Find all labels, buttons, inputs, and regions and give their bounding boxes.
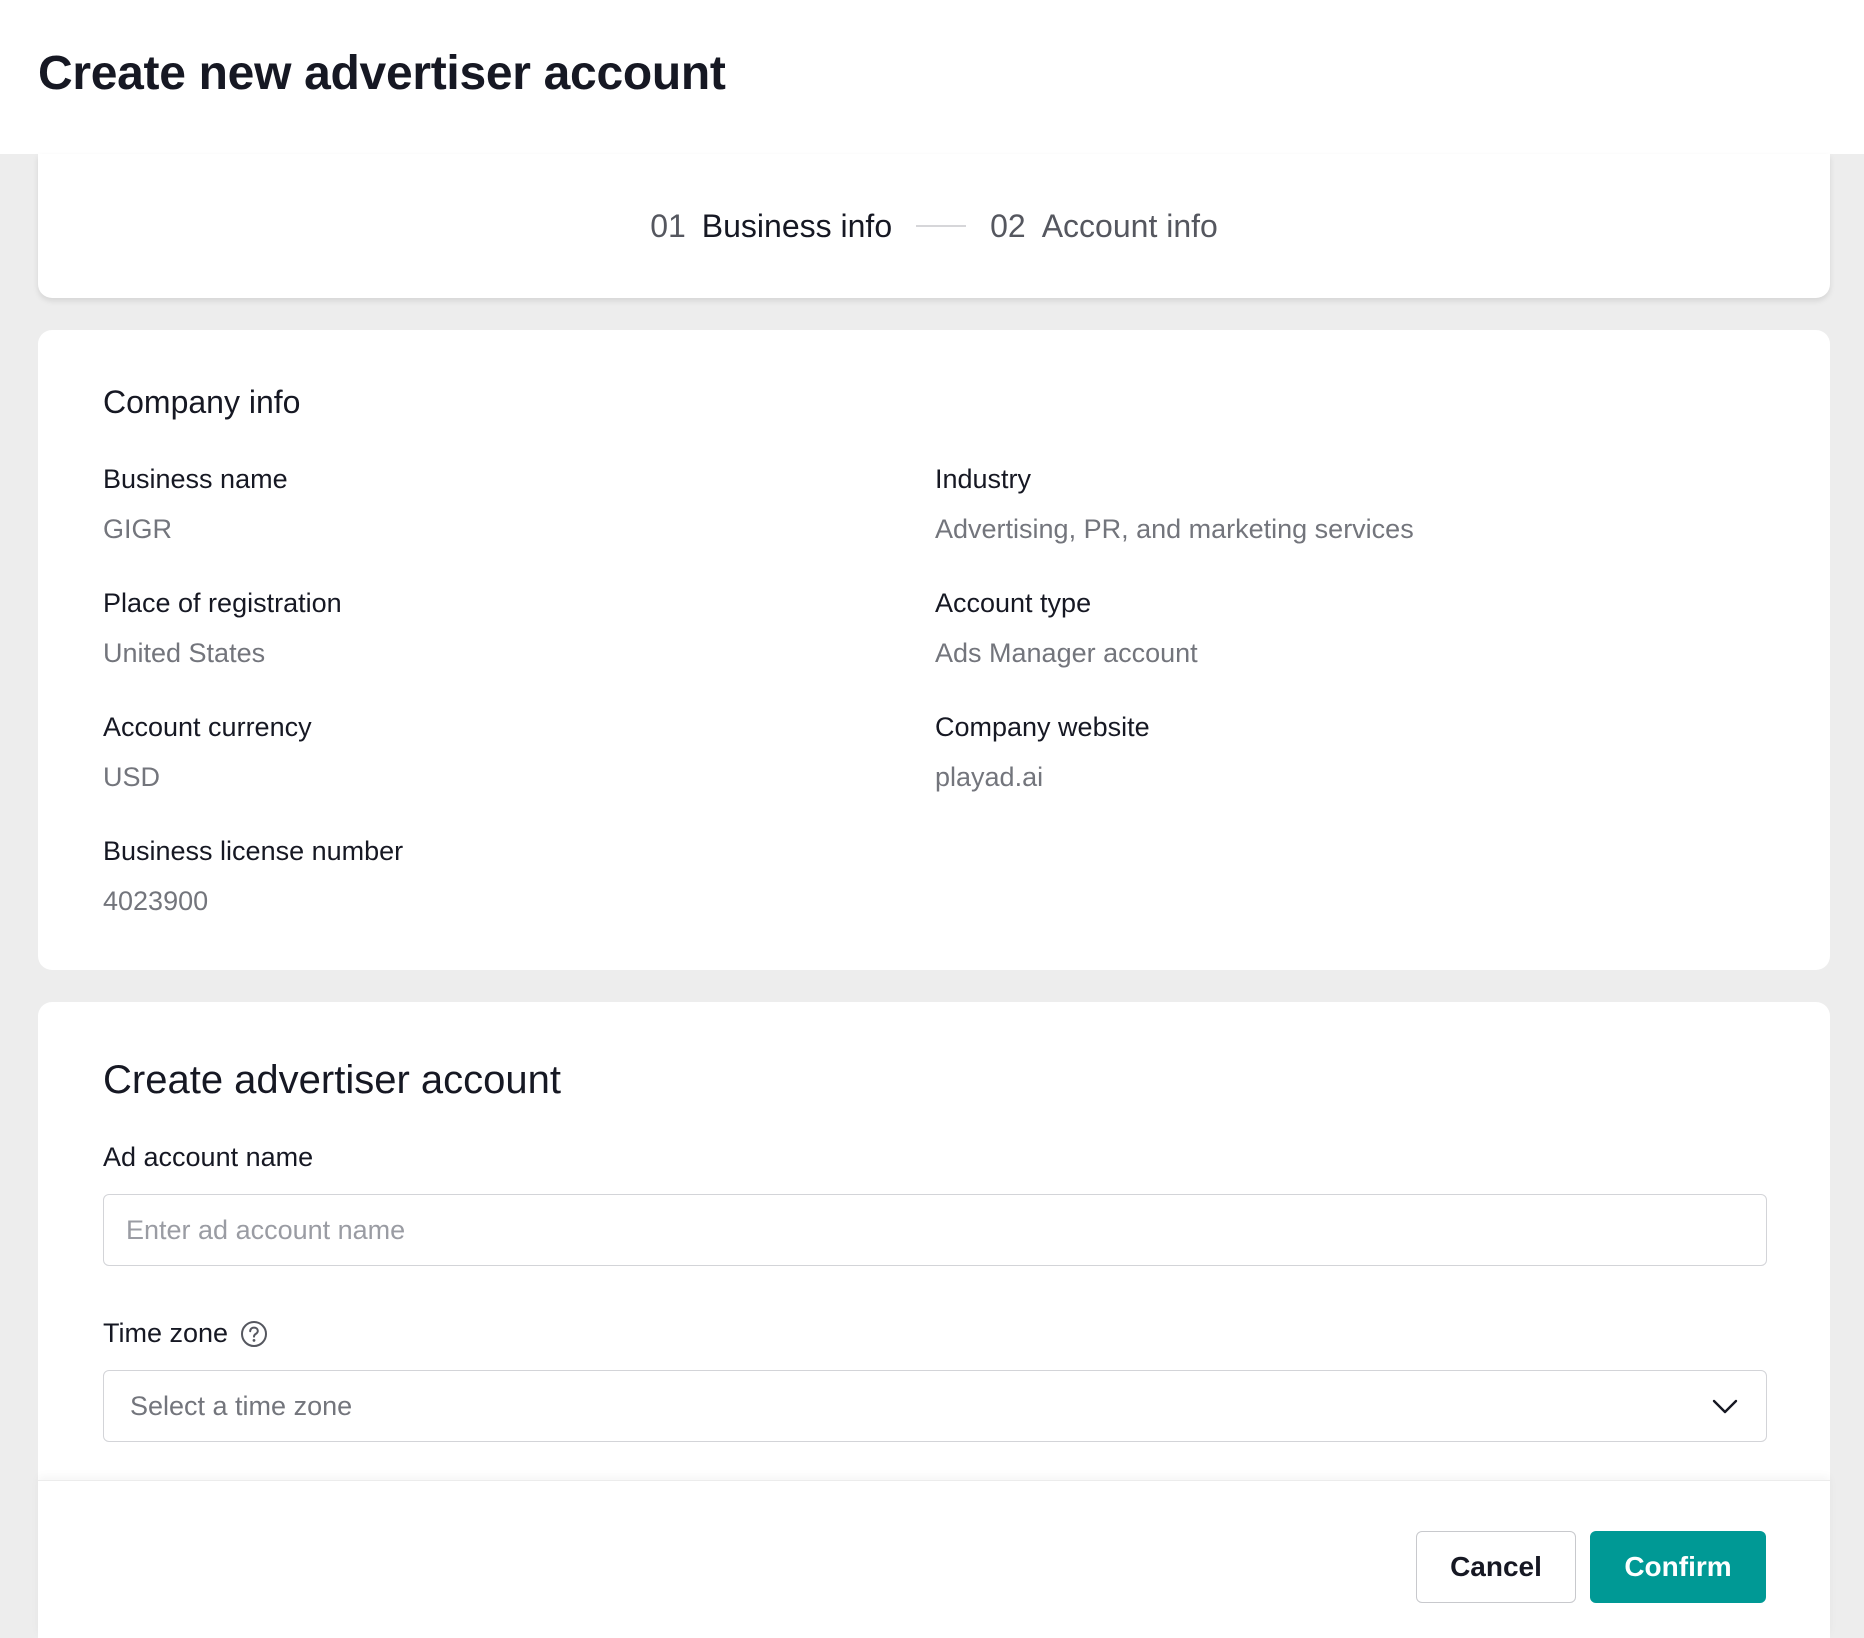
create-account-title: Create advertiser account bbox=[103, 1058, 562, 1102]
info-label: Company website bbox=[935, 712, 1150, 742]
info-place-of-registration: Place of registration United States bbox=[103, 586, 863, 670]
question-circle-icon[interactable] bbox=[240, 1320, 268, 1348]
step-label: Account info bbox=[1041, 207, 1218, 244]
create-account-card: Create advertiser account Ad account nam… bbox=[38, 1002, 1830, 1638]
step-business-info: 01 Business info bbox=[650, 208, 892, 245]
stepper-card: 01 Business info 02 Account info bbox=[38, 154, 1830, 298]
page-header: Create new advertiser account bbox=[0, 0, 1864, 154]
company-info-card: Company info Business name GIGR Industry… bbox=[38, 330, 1830, 970]
info-label: Account type bbox=[935, 588, 1092, 618]
step-number: 01 bbox=[650, 207, 686, 244]
confirm-button[interactable]: Confirm bbox=[1590, 1531, 1766, 1603]
cancel-button[interactable]: Cancel bbox=[1416, 1531, 1576, 1603]
info-industry: Industry Advertising, PR, and marketing … bbox=[935, 462, 1695, 546]
info-account-type: Account type Ads Manager account bbox=[935, 586, 1695, 670]
time-zone-label-row: Time zone bbox=[103, 1318, 268, 1349]
stepper: 01 Business info 02 Account info bbox=[38, 154, 1830, 298]
info-value: 4023900 bbox=[103, 886, 209, 916]
time-zone-placeholder: Select a time zone bbox=[130, 1390, 353, 1421]
info-label: Industry bbox=[935, 464, 1032, 494]
step-connector bbox=[916, 225, 967, 227]
info-value: playad.ai bbox=[935, 762, 1044, 792]
info-label: Place of registration bbox=[103, 588, 342, 618]
ad-account-name-label: Ad account name bbox=[103, 1142, 314, 1172]
info-value: GIGR bbox=[103, 514, 173, 544]
step-label: Business info bbox=[701, 207, 893, 244]
time-zone-select[interactable]: Select a time zone bbox=[103, 1370, 1767, 1442]
info-account-currency: Account currency USD bbox=[103, 710, 863, 794]
chevron-down-icon bbox=[1710, 1391, 1740, 1421]
time-zone-label: Time zone bbox=[103, 1318, 229, 1348]
ad-account-name-input[interactable] bbox=[103, 1194, 1767, 1266]
step-number: 02 bbox=[990, 207, 1026, 244]
info-value: Ads Manager account bbox=[935, 638, 1198, 668]
page-title: Create new advertiser account bbox=[38, 47, 726, 100]
info-business-name: Business name GIGR bbox=[103, 462, 863, 546]
step-account-info: 02 Account info bbox=[990, 208, 1218, 245]
info-company-website: Company website playad.ai bbox=[935, 710, 1695, 794]
footer-action-bar: Cancel Confirm bbox=[38, 1480, 1830, 1638]
info-value: United States bbox=[103, 638, 266, 668]
info-label: Business name bbox=[103, 464, 288, 494]
info-label: Account currency bbox=[103, 712, 312, 742]
info-business-license-number: Business license number 4023900 bbox=[103, 834, 863, 918]
info-value: USD bbox=[103, 762, 161, 792]
info-label: Business license number bbox=[103, 836, 404, 866]
info-value: Advertising, PR, and marketing services bbox=[935, 514, 1414, 544]
company-info-title: Company info bbox=[103, 384, 301, 420]
